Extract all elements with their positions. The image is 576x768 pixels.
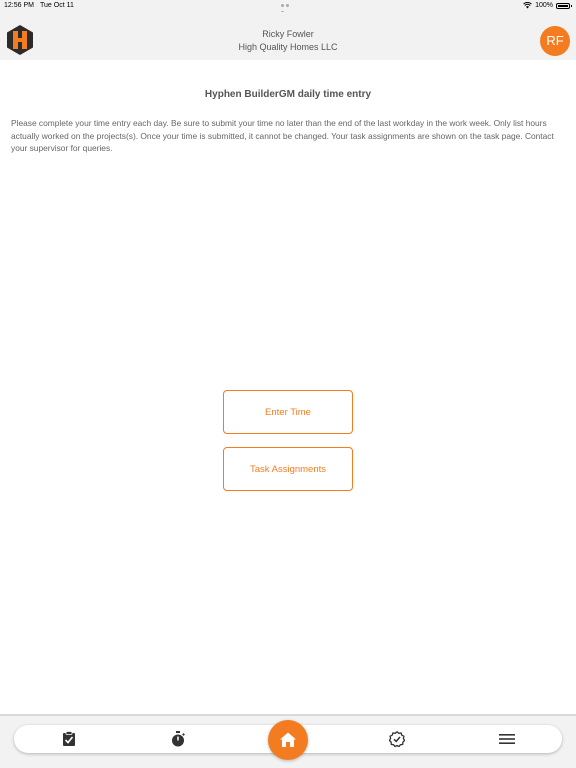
task-assignments-button[interactable]: Task Assignments bbox=[223, 447, 353, 491]
status-date: Tue Oct 11 bbox=[40, 2, 74, 9]
home-tab-button[interactable] bbox=[268, 720, 308, 760]
stopwatch-icon[interactable] bbox=[170, 731, 186, 747]
enter-time-button[interactable]: Enter Time bbox=[223, 390, 353, 434]
company-name: High Quality Homes LLC bbox=[238, 42, 338, 52]
wifi-icon bbox=[523, 2, 532, 9]
home-icon bbox=[280, 732, 296, 747]
status-time: 12:56 PM bbox=[4, 2, 34, 9]
user-name: Ricky Fowler bbox=[262, 29, 314, 39]
status-bar: 12:56 PM Tue Oct 11 100% bbox=[0, 0, 576, 14]
status-indicators: 100% bbox=[523, 2, 572, 9]
page-title: Hyphen BuilderGM daily time entry bbox=[204, 89, 372, 100]
avatar[interactable]: RF bbox=[540, 26, 570, 56]
battery-percent: 100% bbox=[535, 2, 553, 9]
clipboard-check-icon[interactable] bbox=[61, 731, 77, 747]
header-user-info: Ricky Fowler High Quality Homes LLC bbox=[0, 28, 576, 54]
menu-icon[interactable] bbox=[499, 731, 515, 747]
multitasking-dots-icon[interactable] bbox=[281, 4, 295, 14]
app-header: Ricky Fowler High Quality Homes LLC bbox=[0, 12, 576, 60]
intro-text: Please complete your time entry each day… bbox=[11, 118, 554, 153]
badge-check-icon[interactable] bbox=[389, 731, 405, 747]
battery-icon bbox=[556, 2, 572, 9]
